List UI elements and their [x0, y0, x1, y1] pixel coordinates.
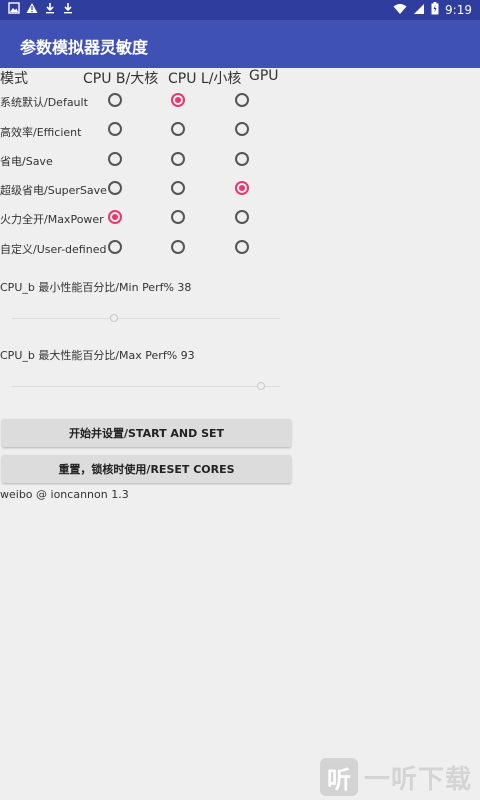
- radio-supersave-cpu-little[interactable]: [171, 181, 185, 195]
- status-right-icons: 9:19: [393, 2, 472, 18]
- radio-default-gpu[interactable]: [235, 93, 249, 107]
- download-icon: [62, 2, 74, 17]
- watermark-text: 一听下载: [364, 764, 473, 795]
- start-and-set-button[interactable]: 开始并设置/START AND SET: [2, 419, 291, 447]
- radio-default-cpu-little[interactable]: [171, 93, 185, 107]
- mode-label-supersave: 超级省电/SuperSave: [0, 184, 107, 197]
- reset-cores-button[interactable]: 重置，锁核时使用/RESET CORES: [2, 455, 291, 483]
- radio-save-cpu-big[interactable]: [108, 152, 122, 166]
- radio-user-defined-cpu-little[interactable]: [171, 240, 185, 254]
- mode-label-efficient: 高效率/Efficient: [0, 126, 82, 139]
- radio-supersave-cpu-big[interactable]: [108, 181, 122, 195]
- radio-user-defined-gpu[interactable]: [235, 240, 249, 254]
- status-left-icons: [8, 2, 74, 17]
- radio-efficient-cpu-little[interactable]: [171, 122, 185, 136]
- radio-maxpower-cpu-big[interactable]: [108, 210, 122, 224]
- mode-label-default: 系统默认/Default: [0, 96, 88, 109]
- radio-save-gpu[interactable]: [235, 152, 249, 166]
- app-bar: 参数模拟器灵敏度: [0, 20, 480, 68]
- battery-icon: [431, 2, 439, 18]
- radio-efficient-cpu-big[interactable]: [108, 122, 122, 136]
- warning-icon: [26, 2, 38, 17]
- watermark-logo: 听: [320, 758, 358, 796]
- radio-save-cpu-little[interactable]: [171, 152, 185, 166]
- radio-efficient-gpu[interactable]: [235, 122, 249, 136]
- column-header-cpu-big: CPU B/大核: [83, 71, 159, 87]
- radio-default-cpu-big[interactable]: [108, 93, 122, 107]
- min-perf-slider[interactable]: [12, 314, 280, 322]
- column-header-gpu: GPU: [249, 68, 279, 84]
- column-header-mode: 模式: [0, 71, 28, 87]
- status-time: 9:19: [445, 3, 472, 17]
- download-icon: [44, 2, 56, 17]
- image-icon: [8, 2, 20, 17]
- radio-maxpower-gpu[interactable]: [235, 210, 249, 224]
- max-perf-label: CPU_b 最大性能百分比/Max Perf% 93: [0, 349, 195, 362]
- min-perf-slider-thumb[interactable]: [109, 314, 118, 322]
- mode-label-save: 省电/Save: [0, 155, 53, 168]
- radio-supersave-gpu[interactable]: [235, 181, 249, 195]
- min-perf-label: CPU_b 最小性能百分比/Min Perf% 38: [0, 281, 192, 294]
- credit-text: weibo @ ioncannon 1.3: [0, 488, 129, 501]
- mode-label-user-defined: 自定义/User-defined: [0, 243, 107, 256]
- column-header-cpu-little: CPU L/小核: [168, 71, 242, 87]
- radio-user-defined-cpu-big[interactable]: [108, 240, 122, 254]
- radio-maxpower-cpu-little[interactable]: [171, 210, 185, 224]
- wifi-icon: [393, 3, 407, 18]
- signal-icon: [413, 3, 425, 18]
- app-title: 参数模拟器灵敏度: [20, 38, 149, 57]
- mode-label-maxpower: 火力全开/MaxPower: [0, 213, 104, 226]
- status-bar: 9:19: [0, 0, 480, 20]
- max-perf-slider-thumb[interactable]: [257, 382, 266, 390]
- max-perf-slider[interactable]: [12, 382, 280, 390]
- watermark: 听 一听下载: [320, 758, 472, 796]
